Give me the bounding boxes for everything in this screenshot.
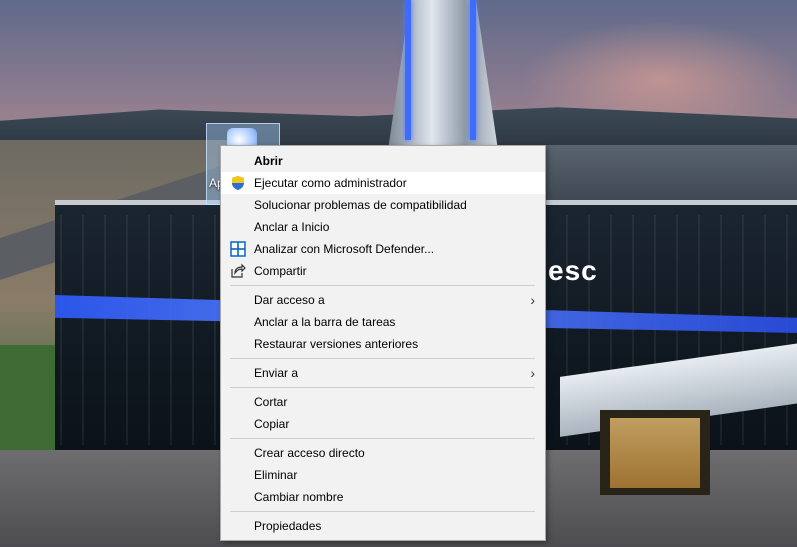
menu-item-run-as-admin[interactable]: Ejecutar como administrador [221,172,545,194]
menu-item-label: Ejecutar como administrador [254,176,407,190]
menu-item-label: Abrir [254,154,283,168]
tower-light [405,0,411,140]
entrance-light [610,418,700,488]
menu-item-properties[interactable]: Propiedades [221,515,545,537]
defender-icon [230,241,246,257]
menu-item-scan-defender[interactable]: Analizar con Microsoft Defender... [221,238,545,260]
menu-item-send-to[interactable]: Enviar a › [221,362,545,384]
uac-shield-icon [232,176,244,190]
menu-item-label: Anclar a la barra de tareas [254,315,396,329]
menu-separator [221,435,545,442]
menu-item-label: Enviar a [254,366,299,380]
building-sign: esc [548,255,598,286]
menu-item-label: Compartir [254,264,307,278]
menu-separator [221,508,545,515]
menu-item-label: Crear acceso directo [254,446,365,460]
chevron-right-icon: › [530,292,535,308]
menu-separator [221,282,545,289]
menu-separator [221,384,545,391]
menu-item-label: Dar acceso a [254,293,325,307]
menu-item-label: Solucionar problemas de compatibilidad [254,198,467,212]
menu-item-pin-to-start[interactable]: Anclar a Inicio [221,216,545,238]
menu-item-label: Propiedades [254,519,322,533]
menu-item-label: Restaurar versiones anteriores [254,337,419,351]
menu-item-label: Cambiar nombre [254,490,344,504]
menu-item-open[interactable]: Abrir [221,150,545,172]
menu-item-label: Eliminar [254,468,298,482]
menu-separator [221,355,545,362]
menu-item-share[interactable]: Compartir [221,260,545,282]
menu-item-cut[interactable]: Cortar [221,391,545,413]
menu-item-troubleshoot-compatibility[interactable]: Solucionar problemas de compatibilidad [221,194,545,216]
menu-item-label: Analizar con Microsoft Defender... [254,242,435,256]
menu-item-rename[interactable]: Cambiar nombre [221,486,545,508]
menu-item-give-access[interactable]: Dar acceso a › [221,289,545,311]
menu-item-restore-previous-versions[interactable]: Restaurar versiones anteriores [221,333,545,355]
menu-item-delete[interactable]: Eliminar [221,464,545,486]
menu-item-copy[interactable]: Copiar [221,413,545,435]
menu-item-pin-to-taskbar[interactable]: Anclar a la barra de tareas [221,311,545,333]
menu-item-create-shortcut[interactable]: Crear acceso directo [221,442,545,464]
menu-item-label: Anclar a Inicio [254,220,330,234]
far-buildings [545,145,797,205]
chevron-right-icon: › [530,365,535,381]
tower-light [470,0,476,140]
share-icon [231,263,246,278]
context-menu: Abrir Ejecutar como administrador Soluci… [220,145,546,541]
menu-item-label: Copiar [254,417,290,431]
menu-item-label: Cortar [254,395,288,409]
